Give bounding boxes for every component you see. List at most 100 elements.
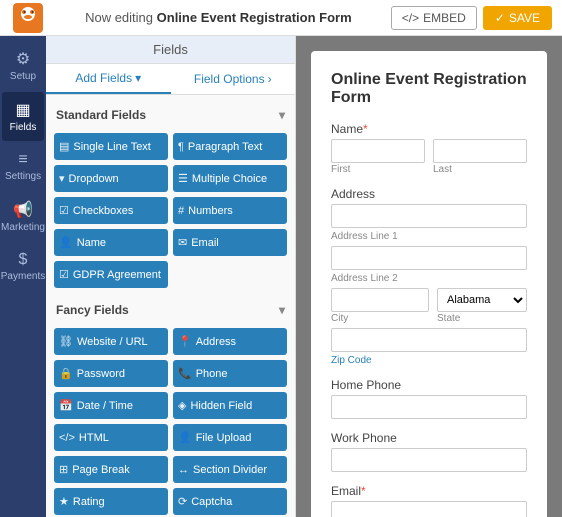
first-name-sublabel: First xyxy=(331,164,425,175)
state-sublabel: State xyxy=(437,313,527,324)
home-phone-input[interactable] xyxy=(331,395,527,419)
single-line-text-icon: ▤ xyxy=(59,140,69,153)
embed-icon: </> xyxy=(402,11,419,25)
dropdown-icon: ▾ xyxy=(59,172,65,185)
save-button[interactable]: ✓ SAVE xyxy=(483,6,552,30)
website-url-icon: ⛓ xyxy=(59,335,73,348)
fancy-field-buttons: ⛓ Website / URL 📍 Address 🔒 Password 📞 P… xyxy=(54,328,287,515)
city-input[interactable] xyxy=(331,288,429,312)
work-phone-label: Work Phone xyxy=(331,431,527,445)
form-preview-title: Online Event Registration Form xyxy=(331,71,527,107)
name-row: First Last xyxy=(331,139,527,175)
last-name-input[interactable] xyxy=(433,139,527,163)
section-divider-button[interactable]: ↔ Section Divider xyxy=(173,456,287,483)
embed-button[interactable]: </> EMBED xyxy=(391,6,477,30)
first-name-input[interactable] xyxy=(331,139,425,163)
tab-add-fields[interactable]: Add Fields ▾ xyxy=(46,64,171,94)
name-label: Name* xyxy=(331,122,527,136)
gdpr-icon: ☑ xyxy=(59,268,69,281)
file-upload-icon: 👤 xyxy=(178,431,192,444)
tab-field-options[interactable]: Field Options › xyxy=(171,64,296,94)
numbers-icon: # xyxy=(178,205,184,217)
name-button[interactable]: 👤 Name xyxy=(54,229,168,256)
gdpr-agreement-button[interactable]: ☑ GDPR Agreement xyxy=(54,261,168,288)
sidebar-item-marketing[interactable]: 📢 Marketing xyxy=(2,192,44,241)
zip-code-sublabel: Zip Code xyxy=(331,355,527,366)
setup-icon: ⚙ xyxy=(16,49,30,69)
name-field-group: Name* First Last xyxy=(331,122,527,175)
address-line2-sublabel: Address Line 2 xyxy=(331,273,527,284)
email-input[interactable] xyxy=(331,501,527,517)
chevron-right-icon: › xyxy=(268,72,272,86)
logo xyxy=(10,0,46,36)
state-select[interactable]: Alabama xyxy=(437,288,527,312)
sidebar-item-setup[interactable]: ⚙ Setup xyxy=(2,41,44,90)
file-upload-button[interactable]: 👤 File Upload xyxy=(173,424,287,451)
page-break-icon: ⊞ xyxy=(59,463,68,476)
home-phone-field-group: Home Phone xyxy=(331,378,527,419)
fields-icon: ▦ xyxy=(15,100,30,120)
captcha-button[interactable]: ⟳ Captcha xyxy=(173,488,287,515)
address-field-group: Address Address Line 1 Address Line 2 Ci… xyxy=(331,187,527,366)
paragraph-text-button[interactable]: ¶ Paragraph Text xyxy=(173,133,287,160)
single-line-text-button[interactable]: ▤ Single Line Text xyxy=(54,133,168,160)
html-icon: </> xyxy=(59,432,75,444)
multiple-choice-icon: ☰ xyxy=(178,172,188,185)
sidebar-item-label: Settings xyxy=(5,171,41,182)
captcha-icon: ⟳ xyxy=(178,495,187,508)
rating-button[interactable]: ★ Rating xyxy=(54,488,168,515)
state-col: Alabama State xyxy=(437,288,527,324)
marketing-icon: 📢 xyxy=(13,200,33,220)
work-phone-field-group: Work Phone xyxy=(331,431,527,472)
section-divider-icon: ↔ xyxy=(178,464,189,476)
chevron-down-icon: ▾ xyxy=(135,71,141,85)
payments-icon: $ xyxy=(19,251,28,269)
multiple-choice-button[interactable]: ☰ Multiple Choice xyxy=(173,165,287,192)
address-line2-input[interactable] xyxy=(331,246,527,270)
sidebar-item-label: Setup xyxy=(10,71,36,82)
city-col: City xyxy=(331,288,429,324)
password-button[interactable]: 🔒 Password xyxy=(54,360,168,387)
sidebar-item-label: Payments xyxy=(1,271,45,282)
phone-icon: 📞 xyxy=(178,367,192,380)
zip-code-input[interactable] xyxy=(331,328,527,352)
work-phone-input[interactable] xyxy=(331,448,527,472)
sidebar-item-label: Marketing xyxy=(1,222,45,233)
website-url-button[interactable]: ⛓ Website / URL xyxy=(54,328,168,355)
name-icon: 👤 xyxy=(59,236,73,249)
phone-button[interactable]: 📞 Phone xyxy=(173,360,287,387)
numbers-button[interactable]: # Numbers xyxy=(173,197,287,224)
fields-tabs: Add Fields ▾ Field Options › xyxy=(46,64,295,95)
page-break-button[interactable]: ⊞ Page Break xyxy=(54,456,168,483)
address-line1-sublabel: Address Line 1 xyxy=(331,231,527,242)
dropdown-button[interactable]: ▾ Dropdown xyxy=(54,165,168,192)
last-name-sublabel: Last xyxy=(433,164,527,175)
date-time-icon: 📅 xyxy=(59,399,73,412)
sidebar-item-label: Fields xyxy=(10,122,37,133)
page-title: Now editing Online Event Registration Fo… xyxy=(46,10,391,25)
top-bar-actions: </> EMBED ✓ SAVE xyxy=(391,6,552,30)
settings-icon: ≡ xyxy=(18,151,27,169)
html-button[interactable]: </> HTML xyxy=(54,424,168,451)
checkmark-icon: ✓ xyxy=(495,11,505,25)
email-button[interactable]: ✉ Email xyxy=(173,229,287,256)
sidebar-item-settings[interactable]: ≡ Settings xyxy=(2,143,44,190)
fancy-section-chevron: ▾ xyxy=(279,303,285,317)
hidden-field-icon: ◈ xyxy=(178,399,186,412)
hidden-field-button[interactable]: ◈ Hidden Field xyxy=(173,392,287,419)
paragraph-text-icon: ¶ xyxy=(178,141,184,153)
city-sublabel: City xyxy=(331,313,429,324)
address-icon: 📍 xyxy=(178,335,192,348)
address-line1-input[interactable] xyxy=(331,204,527,228)
sidebar-item-fields[interactable]: ▦ Fields xyxy=(2,92,44,141)
first-name-col: First xyxy=(331,139,425,175)
address-button[interactable]: 📍 Address xyxy=(173,328,287,355)
standard-fields-section-header: Standard Fields ▾ xyxy=(54,103,287,127)
checkboxes-button[interactable]: ☑ Checkboxes xyxy=(54,197,168,224)
sidebar-item-payments[interactable]: $ Payments xyxy=(2,243,44,290)
form-preview: Online Event Registration Form Name* Fir… xyxy=(296,36,562,517)
address-label: Address xyxy=(331,187,527,201)
fields-panel-header: Fields xyxy=(46,36,295,64)
date-time-button[interactable]: 📅 Date / Time xyxy=(54,392,168,419)
top-bar: Now editing Online Event Registration Fo… xyxy=(0,0,562,36)
